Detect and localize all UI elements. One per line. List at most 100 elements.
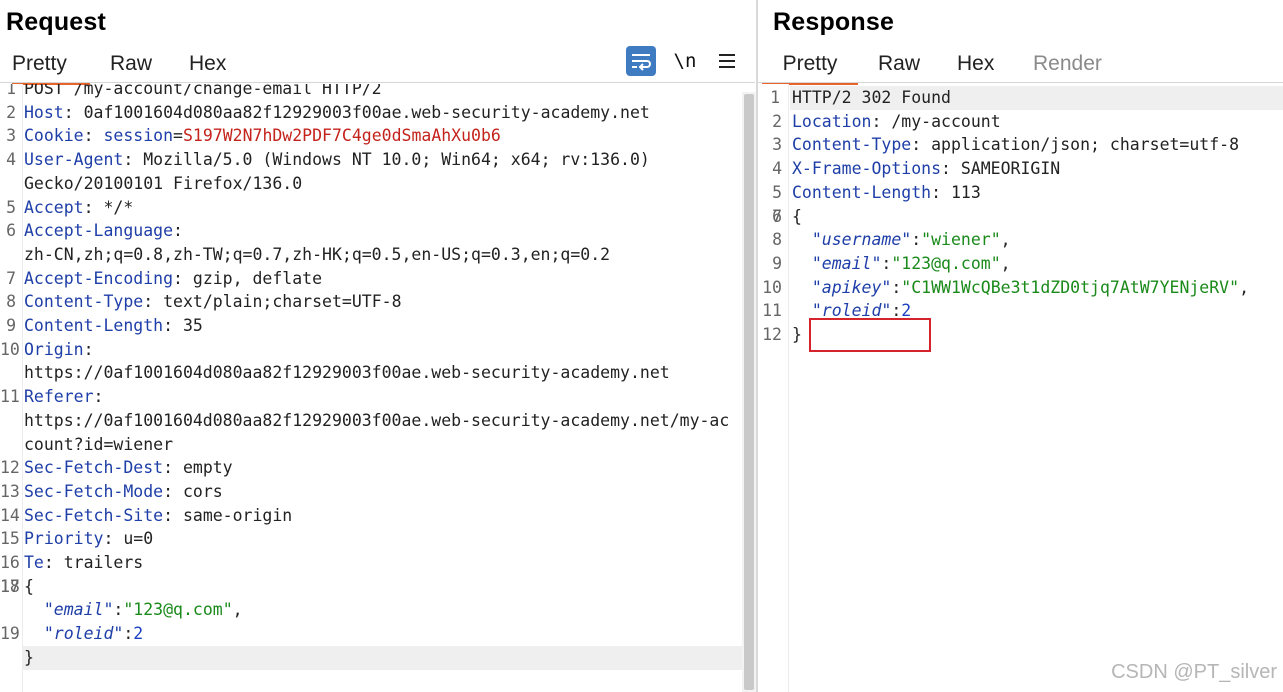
response-title: Response	[773, 8, 895, 36]
response-code-token: X-Frame-Options	[792, 159, 942, 179]
response-tab-hex[interactable]: Hex	[957, 50, 994, 82]
request-code-token: : cors	[163, 481, 223, 501]
response-code-token: "C1WW1WcQBe3t1dZD0tjq7AtW7YENjeRV"	[901, 277, 1240, 297]
request-code-line[interactable]: 12 Sec-Fetch-Dest: empty	[0, 456, 742, 480]
request-line-number: 8	[6, 292, 16, 312]
request-code-line[interactable]: "email":"123@q.com",	[24, 598, 742, 622]
request-tab-hex[interactable]: Hex	[189, 50, 226, 82]
request-code-token: Sec-Fetch-Site	[24, 505, 164, 525]
request-tab-pretty[interactable]: Pretty	[12, 50, 90, 85]
response-code: 1 HTTP/2 302 Found 2 Location: /my-account 3…	[762, 86, 1283, 347]
response-code-token: : 113	[931, 182, 981, 202]
response-code-line[interactable]: 5 Content-Length: 113	[772, 181, 1283, 205]
request-code-token: : empty	[163, 458, 233, 478]
request-line-number: 1	[6, 84, 16, 98]
request-code-token: :	[83, 339, 94, 359]
request-code-line[interactable]: 2 Host: 0af1001604d080aa82f12929003f00ae.…	[6, 101, 742, 125]
request-line-number: 18	[0, 576, 20, 596]
response-code-line[interactable]: 7{	[772, 205, 1283, 229]
request-line-number: 14	[0, 505, 20, 525]
request-scrollbar-thumb[interactable]	[744, 94, 754, 690]
response-code-token: :	[891, 277, 902, 297]
request-code-line[interactable]: 4 User-Agent: Mozilla/5.0 (Windows NT 10.…	[6, 148, 742, 172]
request-code-line[interactable]: }	[22, 645, 742, 670]
request-code-token	[24, 600, 44, 619]
request-code-line[interactable]: 5 Accept: */*	[6, 196, 742, 220]
response-code-token	[792, 278, 812, 297]
request-code-line[interactable]: 18{	[0, 575, 742, 599]
request-code-line[interactable]: 8 Content-Type: text/plain;charset=UTF-8	[6, 290, 742, 314]
response-code-token: Content-Length	[792, 182, 932, 202]
request-code-line[interactable]: 7 Accept-Encoding: gzip, deflate	[6, 267, 742, 291]
menu-button[interactable]	[712, 46, 742, 76]
response-code-line[interactable]: 3 Content-Type: application/json; charset…	[772, 133, 1283, 157]
response-pane: Response Pretty Raw Hex Render 1 HTTP/2 3…	[758, 0, 1283, 692]
response-code-token: : /my-account	[871, 111, 1001, 131]
response-code-line[interactable]: 10 "apikey":"C1WW1WcQBe3t1dZD0tjq7AtW7YE…	[762, 276, 1283, 300]
request-code-token: 2	[133, 624, 144, 644]
request-line-number: 19	[0, 624, 20, 644]
request-code-line[interactable]: 3 Cookie: session=S197W2N7hDw2PDF7C4ge0dS…	[6, 124, 742, 148]
request-line-number: 10	[0, 339, 20, 359]
request-code-line[interactable]: 11 Referer:	[0, 385, 742, 409]
response-code-token	[792, 230, 812, 249]
request-code-token: session	[103, 126, 174, 146]
request-code-line[interactable]: zh-CN,zh;q=0.8,zh-TW;q=0.7,zh-HK;q=0.5,e…	[24, 243, 742, 267]
request-code-token: "123@q.com"	[123, 600, 233, 620]
response-code-line[interactable]: 1 HTTP/2 302 Found	[770, 86, 1283, 110]
request-code-line[interactable]: 14 Sec-Fetch-Site: same-origin	[0, 504, 742, 528]
request-code-token: : u=0	[103, 529, 154, 549]
request-code-line[interactable]: https://0af1001604d080aa82f12929003f00ae…	[24, 361, 742, 385]
request-tab-divider	[0, 82, 755, 83]
request-code-line[interactable]: 6 Accept-Language:	[6, 219, 742, 243]
response-code-line[interactable]: 8 "username":"wiener",	[772, 228, 1283, 252]
request-pane: Request Pretty Raw Hex \n 1 POST /my-acco…	[0, 0, 756, 692]
response-code-token: {	[792, 206, 802, 226]
response-code-token: "apikey"	[811, 277, 892, 297]
response-line-number: 2	[772, 111, 782, 131]
response-code-token: "email"	[811, 253, 882, 273]
request-code-token: Cookie	[24, 126, 84, 146]
hamburger-menu-icon	[719, 54, 735, 68]
request-editor[interactable]: 1 POST /my-account/change-email HTTP/2 2 Ho…	[0, 84, 742, 692]
response-code-token: : application/json; charset=utf-8	[911, 135, 1240, 155]
request-code-line[interactable]: 9 Content-Length: 35	[6, 314, 742, 338]
request-code-line[interactable]: 13 Sec-Fetch-Mode: cors	[0, 480, 742, 504]
response-editor[interactable]: 1 HTTP/2 302 Found 2 Location: /my-account 3…	[758, 84, 1283, 692]
response-code-token: "username"	[811, 230, 912, 250]
response-tab-render[interactable]: Render	[1033, 50, 1102, 82]
response-code-line[interactable]: 2 Location: /my-account	[772, 110, 1283, 134]
request-code-token: : text/plain;charset=UTF-8	[143, 292, 402, 312]
request-code-token: https://0af1001604d080aa82f12929003f00ae…	[24, 363, 670, 383]
response-tab-pretty[interactable]: Pretty	[762, 50, 858, 85]
response-code-line[interactable]: 4 X-Frame-Options: SAMEORIGIN	[772, 157, 1283, 181]
show-newlines-button[interactable]: \n	[670, 46, 700, 76]
request-line-number: 4	[6, 150, 16, 170]
response-code-token: ,	[1000, 230, 1011, 250]
response-code-token	[792, 254, 812, 273]
request-code-token	[24, 624, 44, 643]
request-code-line[interactable]: 15 Priority: u=0	[0, 527, 742, 551]
request-code-line[interactable]: https://0af1001604d080aa82f12929003f00ae…	[24, 409, 742, 433]
response-code-line[interactable]: 9 "email":"123@q.com",	[772, 252, 1283, 276]
word-wrap-button[interactable]	[626, 46, 656, 76]
request-code-token: ,	[232, 600, 243, 620]
response-tab-raw[interactable]: Raw	[878, 50, 920, 82]
roleid-highlight-box	[809, 318, 931, 352]
request-code-line[interactable]: 10 Origin:	[0, 338, 742, 362]
request-tab-raw[interactable]: Raw	[110, 50, 152, 82]
request-code-token: =	[173, 126, 183, 146]
request-code-token: Origin	[24, 339, 84, 359]
request-code-line[interactable]: count?id=wiener	[24, 433, 742, 457]
request-code-line[interactable]: 19 "roleid":2	[0, 622, 742, 646]
request-code-token: https://0af1001604d080aa82f12929003f00ae…	[24, 410, 730, 430]
request-line-number: 16	[0, 553, 20, 573]
request-code-token: Priority	[24, 529, 104, 549]
request-code-line[interactable]: 16 Te: trailers	[0, 551, 742, 575]
response-line-number: 9	[772, 253, 782, 273]
request-code-line[interactable]: 1 POST /my-account/change-email HTTP/2	[6, 84, 742, 101]
request-code-token: : */*	[83, 197, 134, 217]
request-code-line[interactable]: Gecko/20100101 Firefox/136.0	[24, 172, 742, 196]
request-code-token: : trailers	[43, 553, 144, 573]
request-code-token: Referer	[24, 387, 94, 407]
